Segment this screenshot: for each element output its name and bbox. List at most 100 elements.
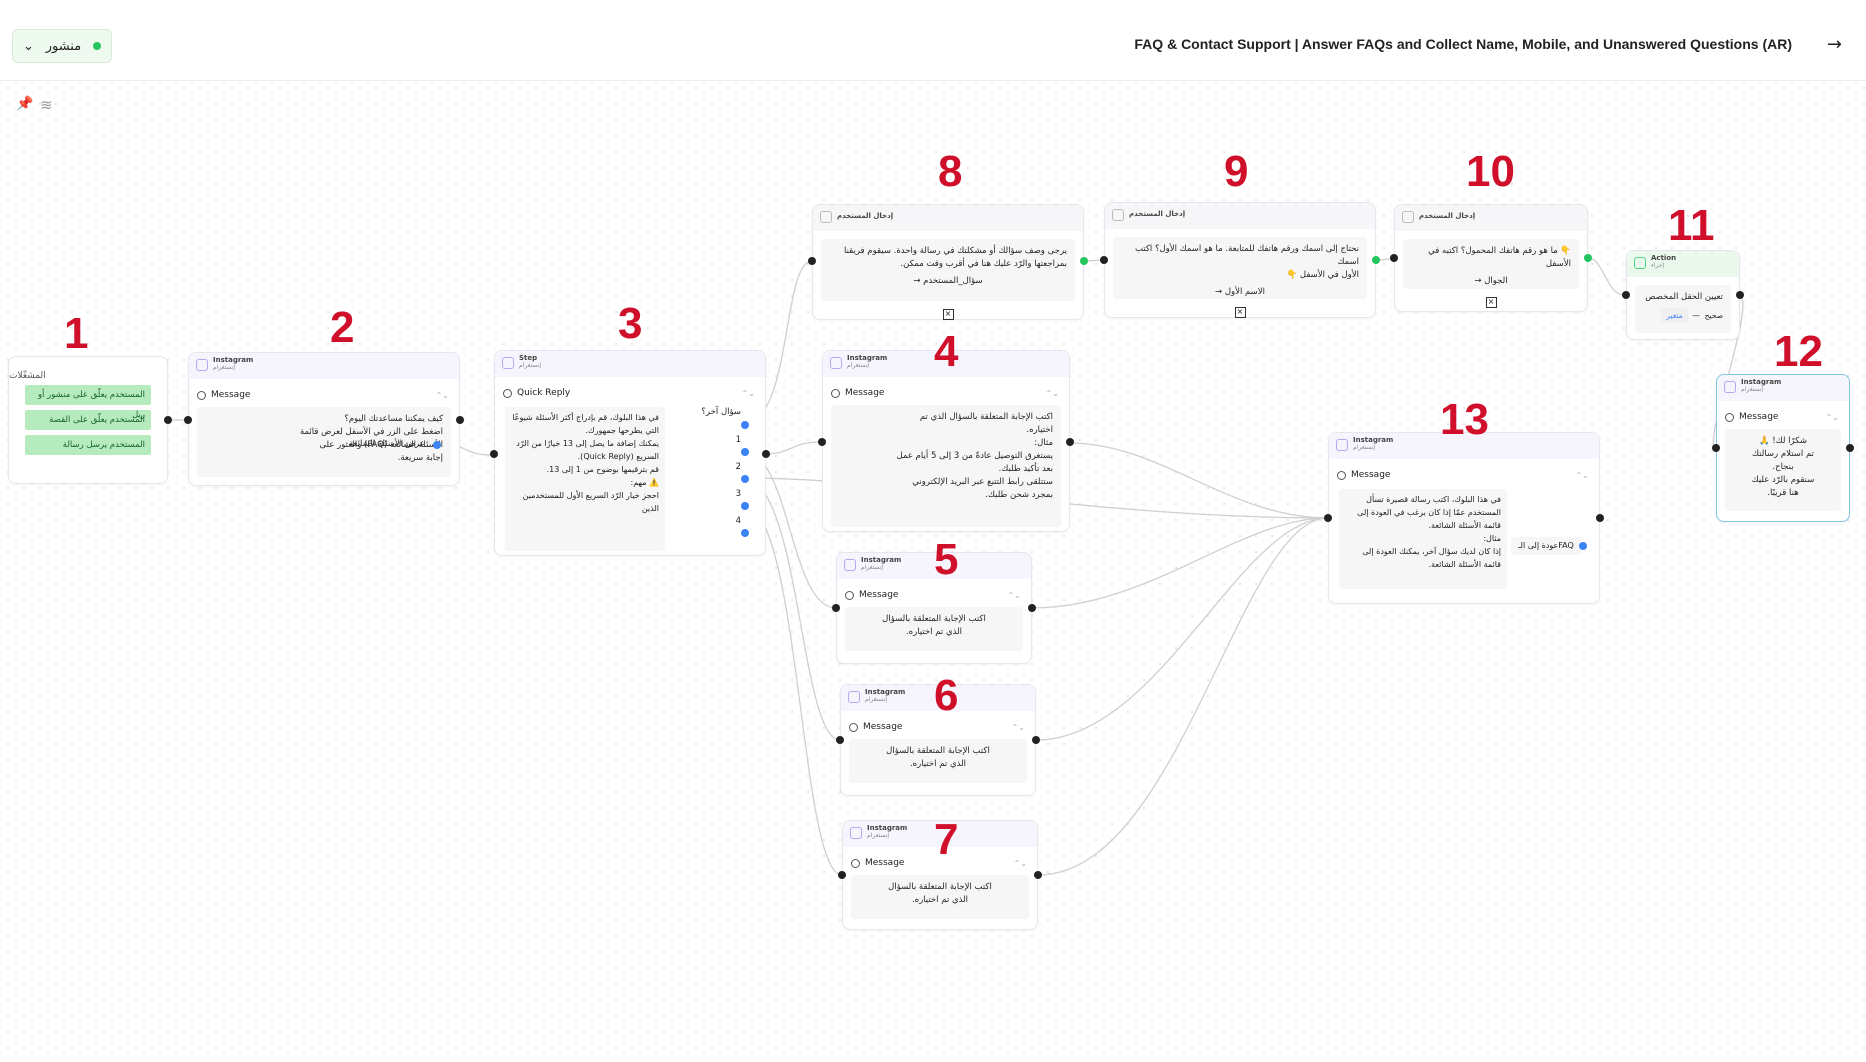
- message-line: إجابة سريعة.: [397, 453, 443, 463]
- close-icon[interactable]: ×: [942, 309, 954, 320]
- output-port[interactable]: [1584, 254, 1592, 262]
- input-port[interactable]: [490, 450, 498, 458]
- input-port[interactable]: [184, 416, 192, 424]
- message-line: الذي تم اختياره.: [909, 759, 967, 769]
- output-port[interactable]: [1066, 438, 1074, 446]
- output-port[interactable]: [1372, 256, 1380, 264]
- arrow-icon: →: [913, 276, 921, 286]
- output-port[interactable]: [1080, 257, 1088, 265]
- step-number: 2: [330, 303, 355, 352]
- output-port[interactable]: [1736, 291, 1744, 299]
- instagram-message-node[interactable]: Instagram إنستغرام Message ⌃⌄ كيف يمكننا …: [188, 352, 460, 486]
- user-input-node[interactable]: إدخال المستخدم يرجى وصف سؤالك أو مشكلتك …: [812, 204, 1084, 320]
- message-line: اختياره.: [1026, 425, 1053, 435]
- user-input-node[interactable]: إدخال المستخدم نحتاج إلى اسمك ورقم هاتفك…: [1104, 202, 1376, 318]
- node-type: Message: [863, 722, 903, 732]
- action-node[interactable]: Action إجراء تعيين الحقل المخصص صحيح — م…: [1626, 250, 1740, 340]
- user-input-node[interactable]: إدخال المستخدم 👇 ما هو رقم هاتفك المحمول…: [1394, 204, 1588, 312]
- output-port[interactable]: [1034, 871, 1042, 879]
- node-channel: Instagram: [1741, 378, 1782, 386]
- trigger-item[interactable]: المستخدم يرسل رسالة: [25, 435, 151, 455]
- node-channel: إدخال المستخدم: [1419, 212, 1476, 220]
- input-port[interactable]: [1712, 444, 1720, 452]
- user-input-icon: [1112, 209, 1124, 221]
- message-line: تم استلام رسالتك: [1752, 449, 1814, 459]
- output-port[interactable]: [1596, 514, 1604, 522]
- input-port[interactable]: [832, 604, 840, 612]
- quick-reply-option[interactable]: 2: [671, 462, 741, 489]
- option-port[interactable]: [741, 529, 749, 537]
- output-port[interactable]: [164, 416, 172, 424]
- message-line: الذي تم اختياره.: [911, 895, 969, 905]
- chevron-icon: ⌃⌄: [1575, 470, 1589, 480]
- message-icon: [831, 388, 840, 398]
- user-input-icon: [1402, 211, 1414, 223]
- node-subtitle: إجراء: [1651, 262, 1665, 269]
- message-icon: [849, 722, 858, 732]
- chevron-icon: ⌃⌄: [1825, 412, 1839, 422]
- step-number: 12: [1774, 327, 1823, 376]
- option-port[interactable]: [741, 421, 749, 429]
- message-line: قائمة الأسئلة الشائعة.: [1428, 521, 1501, 530]
- output-port[interactable]: [1028, 604, 1036, 612]
- quick-reply-option[interactable]: 3: [671, 489, 741, 516]
- trigger-item[interactable]: المستخدم يعلّق على منشور أو ريل: [25, 385, 151, 420]
- message-line: يستغرق التوصيل عادةً من 3 إلى 5 أيام عمل: [896, 451, 1053, 461]
- layers-icon[interactable]: ≋: [40, 96, 53, 114]
- publish-status-dropdown[interactable]: ⌄ منشور: [12, 29, 112, 63]
- option-port[interactable]: [741, 502, 749, 510]
- message-icon: [845, 590, 854, 600]
- button-port[interactable]: [1579, 542, 1587, 550]
- output-port[interactable]: [1032, 736, 1040, 744]
- user-input-icon: [820, 211, 832, 223]
- quick-reply-option[interactable]: 4: [671, 516, 741, 543]
- message-line: مثال:: [1483, 534, 1501, 543]
- close-icon[interactable]: ×: [1485, 297, 1497, 308]
- pin-icon[interactable]: 📌: [16, 96, 33, 112]
- message-line: يمكنك إضافة ما يصل إلى 13 خيارًا من الرّ…: [516, 439, 659, 448]
- step-number: 1: [64, 309, 89, 358]
- instagram-message-node[interactable]: Instagram إنستغرام Message ⌃⌄ اكتب الإجاب…: [822, 350, 1070, 532]
- input-port[interactable]: [836, 736, 844, 744]
- chevron-down-icon: ⌄: [23, 38, 34, 54]
- output-port[interactable]: [1846, 444, 1854, 452]
- quick-reply-option[interactable]: 1: [671, 435, 741, 462]
- node-type: Quick Reply: [517, 388, 571, 398]
- flow-title: FAQ & Contact Support | Answer FAQs and …: [1134, 36, 1792, 52]
- button-port[interactable]: [433, 441, 441, 449]
- quick-reply-option[interactable]: سؤال آخر؟: [671, 407, 741, 435]
- input-port[interactable]: [838, 871, 846, 879]
- trigger-item[interactable]: المستخدم يعلّق على القصة: [25, 410, 151, 430]
- quick-reply-step-node[interactable]: Step إنستغرام Quick Reply ⌃⌄ في هذا البلو…: [494, 350, 766, 556]
- arrow-right-icon[interactable]: →: [1827, 34, 1842, 55]
- trigger-node[interactable]: المشغّلات المستخدم يعلّق على منشور أو ري…: [8, 356, 168, 484]
- option-port[interactable]: [741, 475, 749, 483]
- chevron-icon: ⌃⌄: [1011, 722, 1025, 732]
- input-port[interactable]: [818, 438, 826, 446]
- input-port[interactable]: [1390, 254, 1398, 262]
- message-line: ستتلقى رابط التتبع عبر البريد الإلكتروني: [912, 477, 1053, 487]
- instagram-message-node[interactable]: Instagram إنستغرام Message ⌃⌄ في هذا البل…: [1328, 432, 1600, 604]
- instagram-message-node-selected[interactable]: Instagram إنستغرام Message ⌃⌄ شكرًا لك! 🙏…: [1716, 374, 1850, 522]
- message-line: اضغط على الزر في الأسفل لعرض قائمة: [299, 427, 443, 437]
- node-type: Message: [859, 590, 899, 600]
- node-subtitle: إنستغرام: [519, 362, 542, 369]
- step-icon: [502, 357, 514, 369]
- input-port[interactable]: [808, 257, 816, 265]
- answer-variable: سؤال_المستخدم: [923, 276, 983, 286]
- output-port[interactable]: [762, 450, 770, 458]
- input-port[interactable]: [1100, 256, 1108, 264]
- message-line: قم بترقيمها بوضوح من 1 إلى 13.: [546, 465, 659, 474]
- back-to-faq-button[interactable]: FAQعودة إلى الـ: [1511, 537, 1581, 555]
- option-port[interactable]: [741, 448, 749, 456]
- faq-button[interactable]: عرض الأسئلة الشائعة: [349, 439, 425, 449]
- message-line: احجز خيار الرّد السريع الأول للمستخدمين …: [522, 491, 659, 513]
- input-port[interactable]: [1324, 514, 1332, 522]
- instagram-icon: [844, 559, 856, 571]
- input-port[interactable]: [1622, 291, 1630, 299]
- step-number: 6: [934, 671, 959, 720]
- output-port[interactable]: [456, 416, 464, 424]
- message-line: هنا قريبًا.: [1767, 488, 1799, 498]
- close-icon[interactable]: ×: [1234, 307, 1246, 318]
- message-line: اكتب الإجابة المتعلقة بالسؤال: [888, 882, 992, 892]
